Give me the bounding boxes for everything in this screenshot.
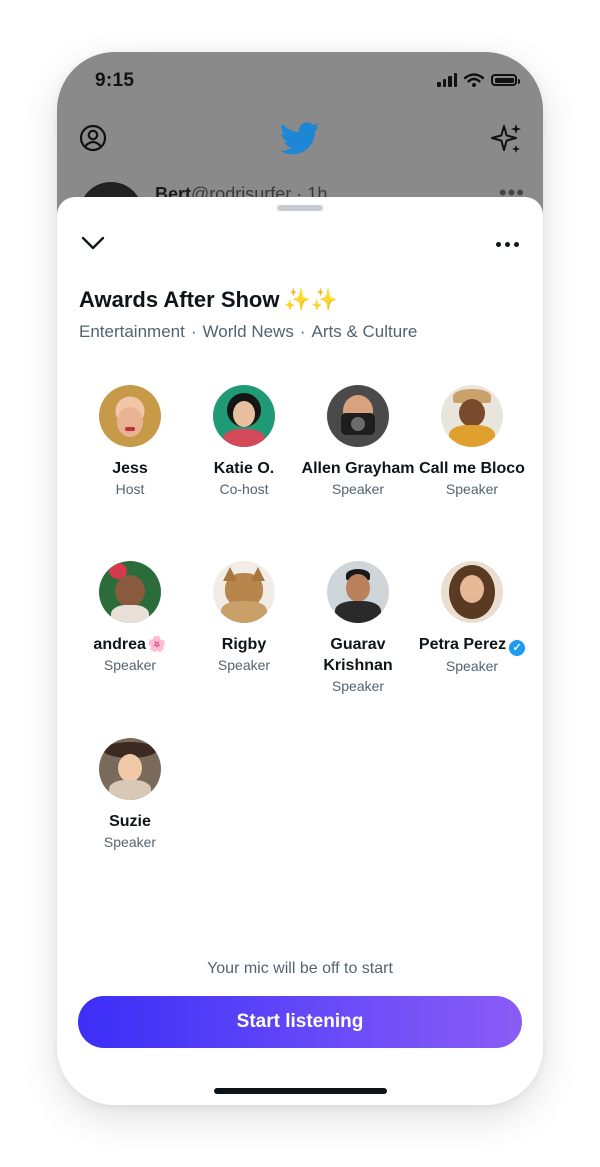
more-icon[interactable]: [496, 242, 519, 247]
participant-role: Speaker: [445, 481, 499, 497]
phone-frame: 9:15 Bert@rodrisurfer · 1h ••• Awards Af…: [57, 52, 543, 1105]
start-listening-button[interactable]: Start listening: [78, 996, 522, 1048]
participant-petra[interactable]: Petra Perez ✓ Speaker: [408, 561, 536, 677]
space-sheet: Awards After Show ✨✨ Entertainment · World …: [57, 197, 543, 1105]
status-time: 9:15: [95, 70, 135, 91]
participant-name-emoji: 🌸: [147, 636, 167, 653]
participant-jess[interactable]: Jess Host: [73, 385, 187, 500]
space-title: Awards After Show ✨✨: [79, 287, 338, 313]
participant-name: Petra Perez ✓: [408, 634, 536, 656]
mic-note: Your mic will be off to start: [207, 960, 393, 977]
home-indicator[interactable]: [214, 1088, 387, 1094]
avatar: [327, 385, 389, 447]
avatar: [99, 385, 161, 447]
participant-name: Suzie: [109, 813, 151, 830]
participant-name: Katie O.: [213, 460, 275, 477]
avatar: [213, 385, 275, 447]
chevron-down-icon[interactable]: [81, 235, 105, 251]
sparkle-icon[interactable]: [489, 122, 523, 156]
status-icons: [437, 73, 520, 87]
participant-andrea[interactable]: andrea 🌸 Speaker: [73, 561, 187, 676]
participant-role: Speaker: [217, 657, 271, 673]
participant-name: Jess: [112, 460, 148, 477]
avatar: [327, 561, 389, 623]
twitter-bird-icon[interactable]: [280, 122, 320, 156]
participant-role: Speaker: [331, 481, 385, 497]
topic-entertainment[interactable]: Entertainment: [79, 322, 185, 341]
participant-role: Co-host: [219, 481, 269, 497]
participant-guarav[interactable]: Guarav Krishnan Speaker: [301, 561, 415, 697]
participant-name: Rigby: [221, 636, 267, 653]
avatar: [441, 385, 503, 447]
space-topics: Entertainment · World News · Arts & Culture: [79, 322, 417, 342]
battery-icon: [491, 74, 520, 86]
drag-handle[interactable]: [277, 205, 323, 211]
participant-role: Speaker: [103, 834, 157, 850]
topic-separator: ·: [190, 322, 197, 341]
verified-icon: ✓: [509, 640, 526, 656]
participant-suzie[interactable]: Suzie Speaker: [73, 738, 187, 853]
avatar: [99, 738, 161, 800]
signal-icon: [437, 73, 457, 87]
participant-role: Speaker: [103, 657, 157, 673]
participant-role: Speaker: [445, 658, 499, 674]
topic-separator: ·: [299, 322, 306, 341]
participant-name: Call me Bloco: [419, 460, 525, 477]
participant-role: Host: [115, 481, 145, 497]
participant-katie[interactable]: Katie O. Co-host: [187, 385, 301, 500]
participant-name: Allen Grayham: [301, 460, 415, 477]
wifi-icon: [464, 73, 484, 87]
space-title-emoji: ✨✨: [283, 287, 339, 312]
participant-bloco[interactable]: Call me Bloco Speaker: [415, 385, 529, 500]
topic-arts-culture[interactable]: Arts & Culture: [312, 322, 418, 341]
participant-name: Guarav Krishnan: [323, 636, 393, 674]
participant-allen[interactable]: Allen Grayham Speaker: [301, 385, 415, 500]
participant-name-text: Petra Perez: [418, 636, 507, 653]
profile-icon[interactable]: [79, 124, 107, 152]
avatar: [99, 561, 161, 623]
participant-rigby[interactable]: Rigby Speaker: [187, 561, 301, 676]
avatar: [441, 561, 503, 623]
participant-name-text: andrea: [93, 636, 146, 653]
space-title-text: Awards After Show: [79, 287, 280, 312]
topic-world-news[interactable]: World News: [203, 322, 294, 341]
participant-name: andrea 🌸: [73, 634, 187, 655]
avatar: [213, 561, 275, 623]
participant-role: Speaker: [331, 678, 385, 694]
